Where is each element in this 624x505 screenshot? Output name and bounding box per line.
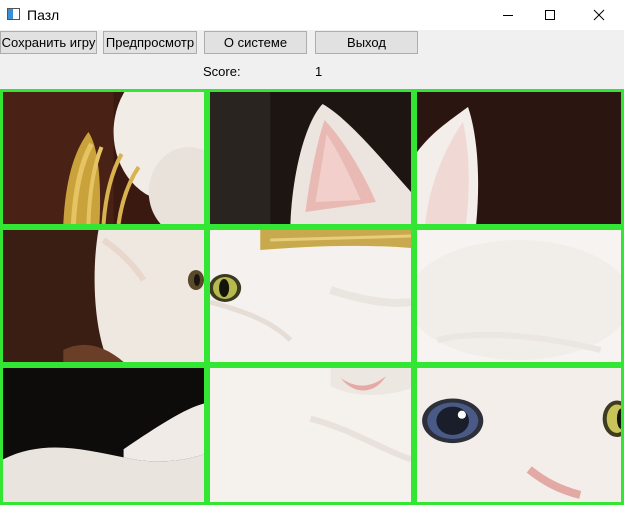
- puzzle-tile[interactable]: [0, 227, 207, 365]
- close-icon: [593, 9, 605, 21]
- puzzle-board: [0, 89, 624, 505]
- cat-ear-left-image: [210, 92, 411, 224]
- cat-ear-right-image: [417, 92, 621, 224]
- cat-blue-eye-and-yellow-eye-image: [417, 368, 621, 502]
- exit-button[interactable]: Выход: [315, 31, 418, 54]
- puzzle-tile[interactable]: [207, 89, 414, 227]
- maximize-icon: [545, 10, 555, 20]
- puzzle-tile[interactable]: [207, 365, 414, 505]
- puzzle-tile[interactable]: [0, 89, 207, 227]
- cat-chin-dark-background-image: [3, 368, 204, 502]
- cat-cheek-dark-background-image: [3, 230, 204, 362]
- puzzle-tile[interactable]: [414, 365, 624, 505]
- preview-button[interactable]: Предпросмотр: [103, 31, 197, 54]
- close-button[interactable]: [576, 0, 622, 30]
- cat-nose-image: [210, 368, 411, 502]
- maximize-button[interactable]: [527, 0, 573, 30]
- white-fur-image: [417, 230, 621, 362]
- score-value: 1: [315, 64, 323, 79]
- save-game-button[interactable]: Сохранить игру: [0, 31, 97, 54]
- puzzle-tile[interactable]: [414, 89, 624, 227]
- puzzle-window: Пазл Сохранить игру Предпросмотр О систе…: [0, 0, 624, 505]
- app-window-icon: [7, 8, 20, 20]
- minimize-button[interactable]: [485, 0, 531, 30]
- window-title: Пазл: [27, 7, 60, 23]
- puzzle-tile[interactable]: [414, 227, 624, 365]
- score-label: Score:: [203, 64, 241, 79]
- title-bar[interactable]: Пазл: [0, 0, 624, 30]
- minimize-icon: [503, 15, 513, 16]
- cat-eye-left-with-basket-image: [210, 230, 411, 362]
- about-system-button[interactable]: О системе: [204, 31, 307, 54]
- puzzle-tile[interactable]: [207, 227, 414, 365]
- puzzle-tile[interactable]: [0, 365, 207, 505]
- basket-and-cat-cheek-image: [3, 92, 204, 224]
